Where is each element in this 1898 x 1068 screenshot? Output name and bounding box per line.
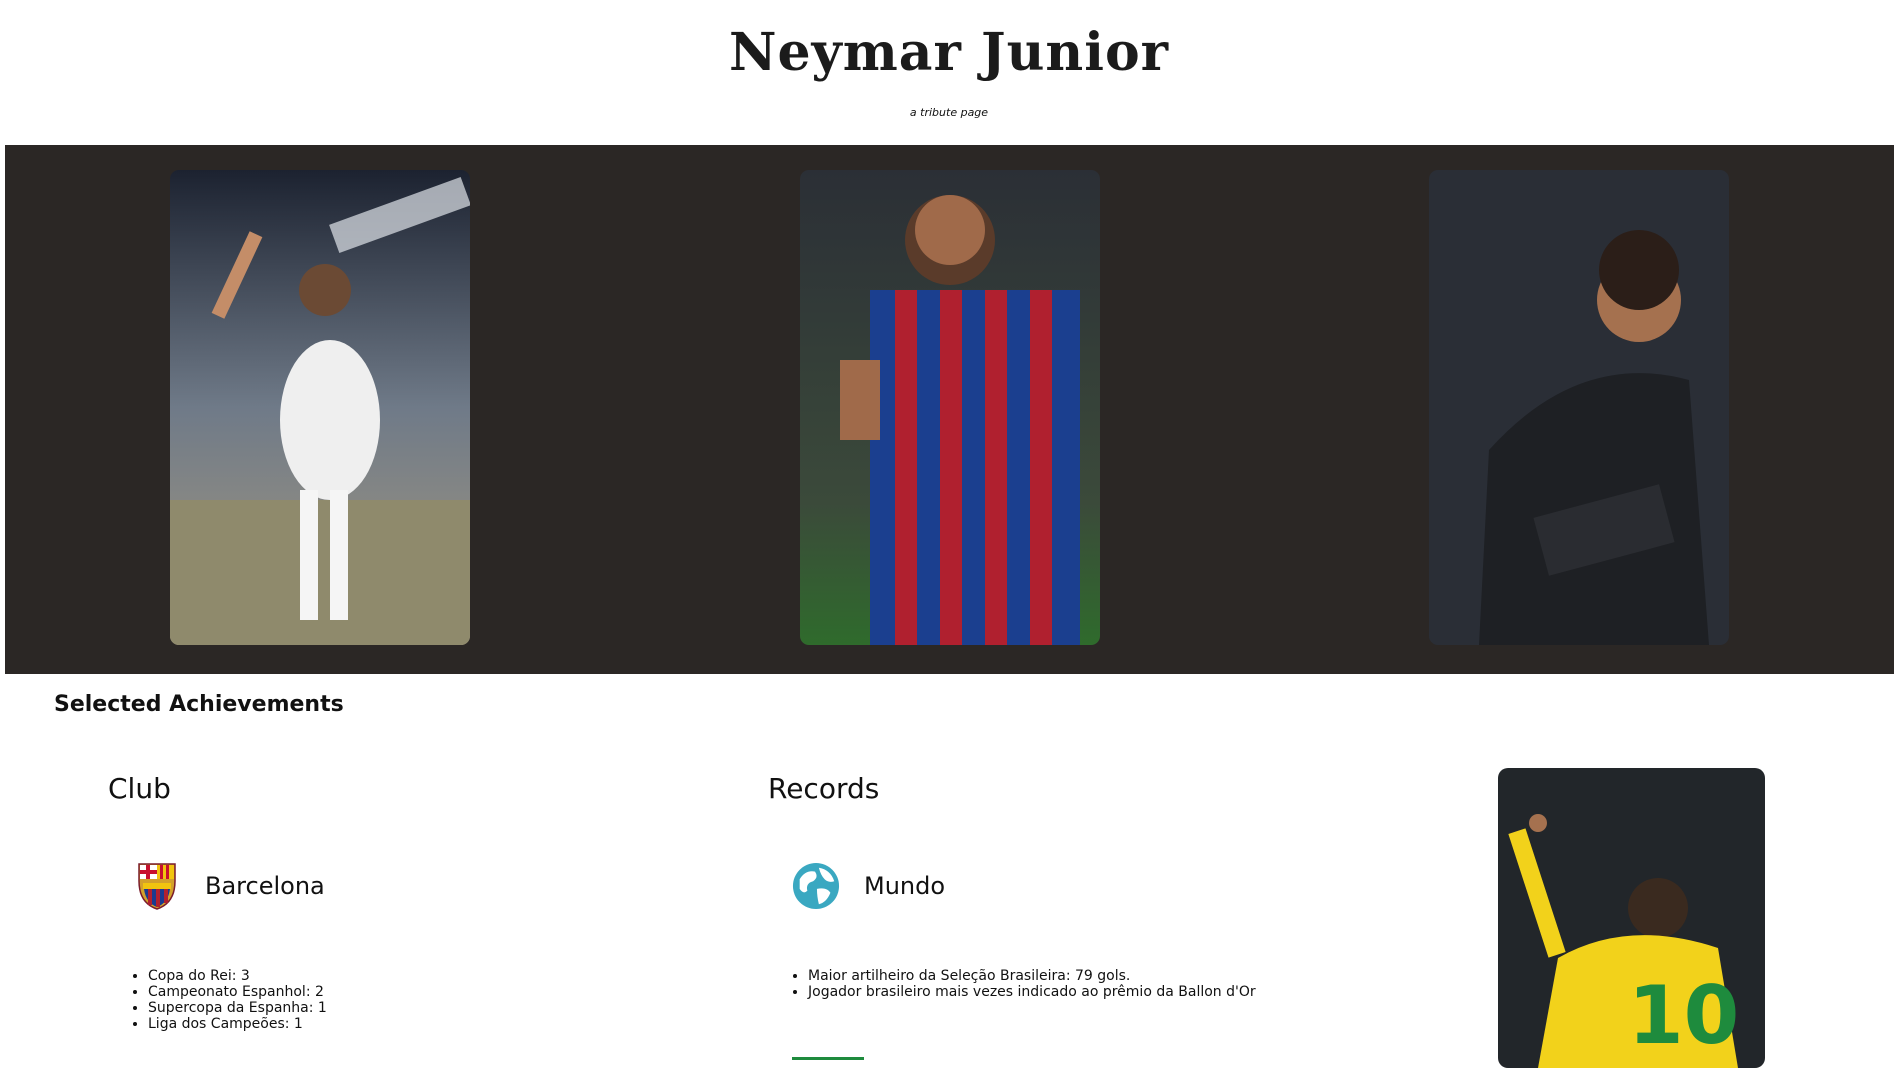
barcelona-crest-icon (133, 861, 181, 911)
page-title: Neymar Junior (728, 22, 1170, 83)
records-list: Maior artilheiro da Seleção Brasileira: … (792, 968, 1256, 1000)
records-emblem-name: Mundo (864, 872, 946, 900)
club-title: Club (108, 772, 171, 805)
globe-icon (792, 861, 840, 911)
psg-photo (1429, 170, 1729, 645)
records-title: Records (768, 772, 880, 805)
list-item: Copa do Rei: 3 (148, 968, 327, 984)
records-emblem-row: Mundo (792, 860, 945, 912)
barcelona-photo (800, 170, 1100, 645)
list-item: Liga dos Campeões: 1 (148, 1016, 327, 1032)
list-item: Supercopa da Espanha: 1 (148, 1000, 327, 1016)
achievements-heading: Selected Achievements (54, 692, 344, 717)
club-emblem-row: Barcelona (133, 860, 325, 912)
page-subtitle: a tribute page (909, 106, 989, 119)
list-item: Jogador brasileiro mais vezes indicado a… (808, 984, 1256, 1000)
santos-photo (170, 170, 470, 645)
photo-gallery (5, 145, 1894, 674)
club-emblem-name: Barcelona (205, 872, 325, 900)
list-item: Maior artilheiro da Seleção Brasileira: … (808, 968, 1256, 984)
list-item: Campeonato Espanhol: 2 (148, 984, 327, 1000)
brazil-photo: 10 (1498, 768, 1765, 1068)
page-header: Neymar Junior a tribute page (0, 0, 1898, 145)
svg-text:10: 10 (1628, 969, 1739, 1062)
club-achievements-list: Copa do Rei: 3 Campeonato Espanhol: 2 Su… (132, 968, 327, 1032)
